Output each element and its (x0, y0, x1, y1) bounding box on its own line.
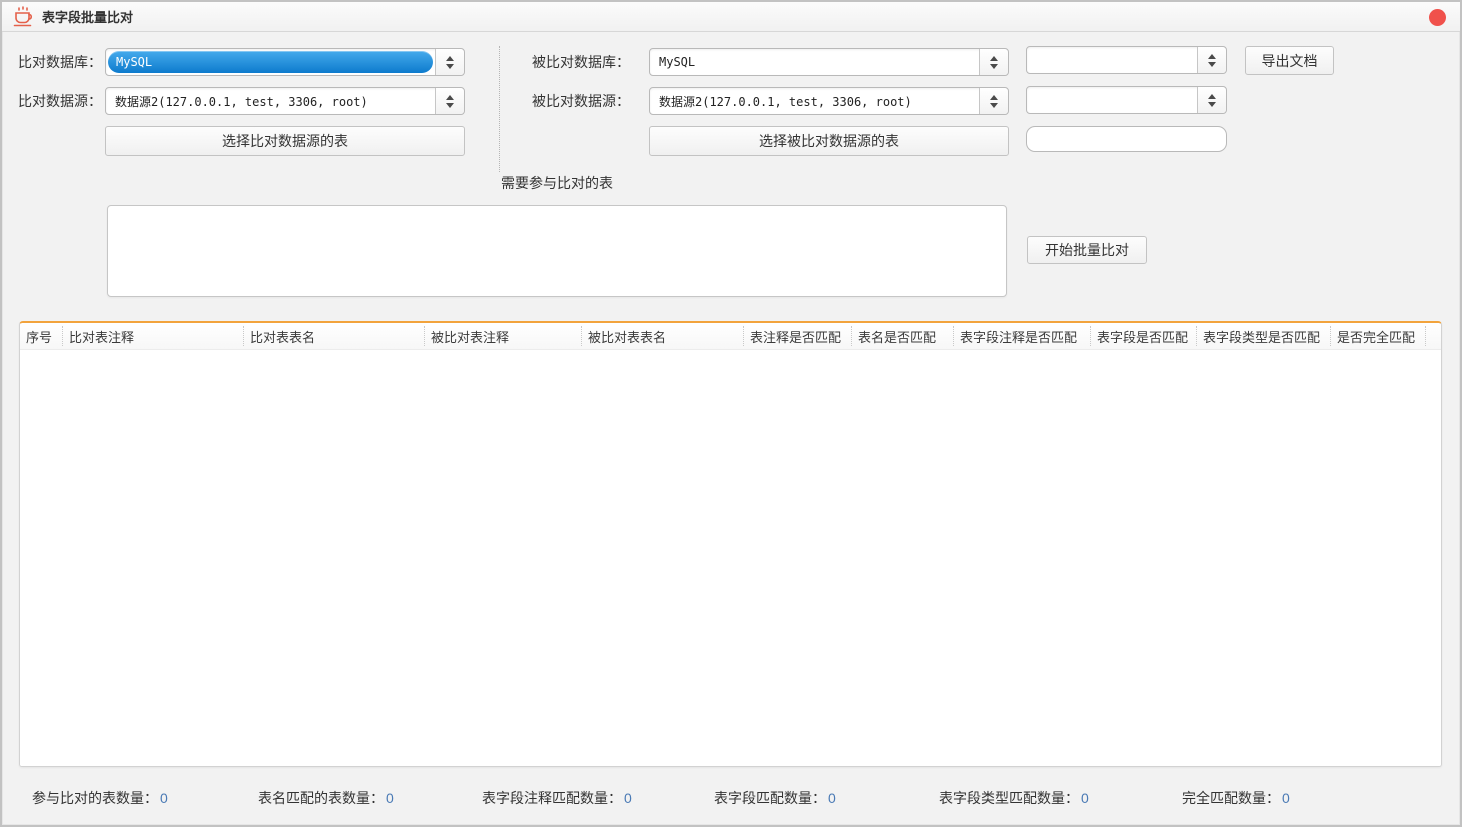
spinner-down-icon (446, 64, 454, 69)
col-header-target-name[interactable]: 被比对表表名 (581, 326, 743, 346)
extra-combo-middle-spinner[interactable] (1197, 87, 1226, 113)
compare-db-combo-spinner[interactable] (435, 49, 464, 75)
spinner-down-icon (1208, 102, 1216, 107)
select-target-tables-button[interactable]: 选择被比对数据源的表 (649, 126, 1009, 156)
tables-to-compare-textarea[interactable] (107, 205, 1007, 297)
window-title: 表字段批量比对 (42, 7, 133, 26)
col-header-name-match[interactable]: 表名是否匹配 (851, 326, 953, 346)
status-label: 表名匹配的表数量： (258, 790, 384, 806)
target-source-label: 被比对数据源： (532, 87, 630, 115)
compare-db-label: 比对数据库： (18, 48, 102, 76)
target-source-combo[interactable]: 数据源2(127.0.0.1, test, 3306, root) (649, 87, 1009, 115)
app-window: 表字段批量比对 比对数据库： MySQL 比对数据源： 数据源2(127.0.0… (0, 0, 1462, 827)
status-value: 0 (386, 790, 394, 806)
col-header-full-match[interactable]: 是否完全匹配 (1330, 326, 1426, 346)
status-field-match-count: 表字段匹配数量：0 (714, 788, 836, 808)
status-label: 表字段匹配数量： (714, 790, 826, 806)
target-source-combo-value[interactable]: 数据源2(127.0.0.1, test, 3306, root) (650, 88, 979, 114)
col-header-comment-match[interactable]: 表注释是否匹配 (743, 326, 851, 346)
spinner-up-icon (1208, 54, 1216, 59)
compare-db-combo-value[interactable]: MySQL (108, 51, 433, 73)
extra-combo-middle-value[interactable] (1027, 87, 1197, 113)
results-table-body[interactable] (20, 350, 1441, 767)
status-value: 0 (1081, 790, 1089, 806)
extra-combo-top[interactable] (1026, 46, 1227, 74)
start-batch-compare-button[interactable]: 开始批量比对 (1027, 236, 1147, 264)
extra-combo-top-value[interactable] (1027, 47, 1197, 73)
target-source-combo-spinner[interactable] (979, 88, 1008, 114)
col-header-index[interactable]: 序号 (20, 326, 62, 346)
close-button[interactable] (1429, 9, 1446, 26)
spinner-up-icon (446, 95, 454, 100)
status-value: 0 (1282, 790, 1290, 806)
status-field-comment-match-count: 表字段注释匹配数量：0 (482, 788, 632, 808)
target-db-combo-value[interactable]: MySQL (650, 49, 979, 75)
spinner-up-icon (990, 95, 998, 100)
col-header-compare-name[interactable]: 比对表表名 (243, 326, 424, 346)
spinner-up-icon (990, 56, 998, 61)
status-bar: 参与比对的表数量：0 表名匹配的表数量：0 表字段注释匹配数量：0 表字段匹配数… (2, 772, 1460, 822)
status-value: 0 (828, 790, 836, 806)
tables-to-compare-label: 需要参与比对的表 (107, 173, 1007, 193)
status-name-match-count: 表名匹配的表数量：0 (258, 788, 394, 808)
results-table-header: 序号 比对表注释 比对表表名 被比对表注释 被比对表表名 表注释是否匹配 表名是… (20, 323, 1441, 350)
form-section-divider (499, 46, 500, 172)
status-tables-total: 参与比对的表数量：0 (32, 788, 168, 808)
select-compare-tables-button[interactable]: 选择比对数据源的表 (105, 126, 465, 156)
col-header-field-type-match[interactable]: 表字段类型是否匹配 (1196, 326, 1330, 346)
target-db-combo[interactable]: MySQL (649, 48, 1009, 76)
col-header-target-comment[interactable]: 被比对表注释 (424, 326, 581, 346)
col-header-field-comment-match[interactable]: 表字段注释是否匹配 (953, 326, 1090, 346)
extra-combo-middle[interactable] (1026, 86, 1227, 114)
spinner-down-icon (446, 103, 454, 108)
compare-db-combo[interactable]: MySQL (105, 48, 465, 76)
status-field-type-match-count: 表字段类型匹配数量：0 (939, 788, 1089, 808)
export-doc-button[interactable]: 导出文档 (1245, 46, 1334, 75)
compare-source-combo-value[interactable]: 数据源2(127.0.0.1, test, 3306, root) (106, 88, 435, 114)
extra-combo-top-spinner[interactable] (1197, 47, 1226, 73)
status-label: 表字段注释匹配数量： (482, 790, 622, 806)
spinner-down-icon (990, 103, 998, 108)
status-label: 表字段类型匹配数量： (939, 790, 1079, 806)
compare-source-label: 比对数据源： (18, 87, 102, 115)
status-label: 参与比对的表数量： (32, 790, 158, 806)
java-cup-icon (12, 6, 34, 28)
extra-text-field[interactable] (1026, 126, 1227, 152)
spinner-up-icon (446, 56, 454, 61)
status-value: 0 (624, 790, 632, 806)
title-bar: 表字段批量比对 (2, 2, 1460, 32)
col-header-compare-comment[interactable]: 比对表注释 (62, 326, 243, 346)
col-header-field-match[interactable]: 表字段是否匹配 (1090, 326, 1196, 346)
spinner-up-icon (1208, 94, 1216, 99)
compare-source-combo-spinner[interactable] (435, 88, 464, 114)
target-db-combo-spinner[interactable] (979, 49, 1008, 75)
results-table: 序号 比对表注释 比对表表名 被比对表注释 被比对表表名 表注释是否匹配 表名是… (19, 321, 1442, 767)
compare-source-combo[interactable]: 数据源2(127.0.0.1, test, 3306, root) (105, 87, 465, 115)
status-value: 0 (160, 790, 168, 806)
spinner-down-icon (990, 64, 998, 69)
status-label: 完全匹配数量： (1182, 790, 1280, 806)
status-full-match-count: 完全匹配数量：0 (1182, 788, 1290, 808)
target-db-label: 被比对数据库： (532, 48, 630, 76)
spinner-down-icon (1208, 62, 1216, 67)
